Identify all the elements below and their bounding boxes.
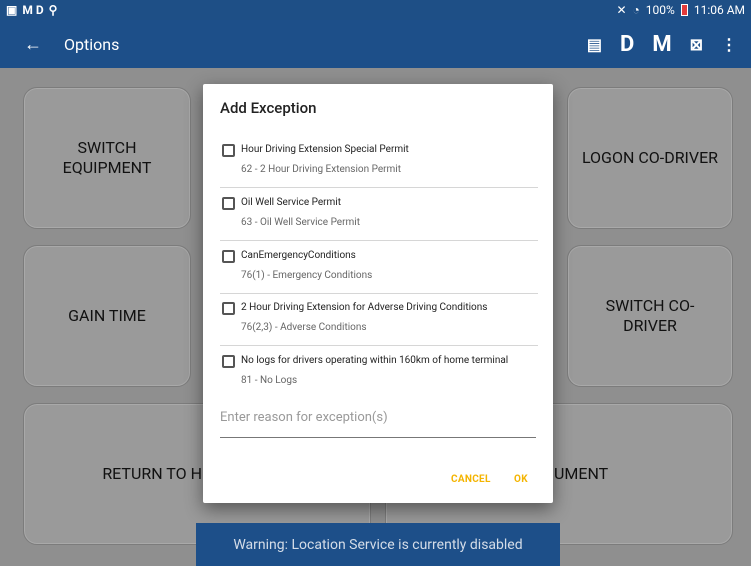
exception-option[interactable]: Oil Well Service Permit 63 - Oil Well Se… [220, 189, 538, 241]
screenshot-icon: ▣ [6, 3, 18, 17]
tile-label: GAIN TIME [68, 306, 146, 325]
app-bar: ← Options ▤ D M ⊠ ⋮ [0, 20, 751, 68]
action-d-button[interactable]: D [620, 32, 634, 57]
option-code: 81 - No Logs [241, 375, 298, 386]
option-code: 76(2,3) - Adverse Conditions [241, 322, 367, 333]
battery-icon [680, 4, 688, 16]
checkbox[interactable] [222, 197, 235, 210]
checkbox[interactable] [222, 250, 235, 263]
exception-option[interactable]: CanEmergencyConditions 76(1) - Emergency… [220, 242, 538, 294]
checkbox[interactable] [222, 302, 235, 315]
checkbox[interactable] [222, 355, 235, 368]
option-name: No logs for drivers operating within 160… [241, 355, 509, 366]
option-name: CanEmergencyConditions [241, 250, 356, 261]
option-name: Hour Driving Extension Special Permit [241, 144, 409, 155]
add-exception-dialog: Add Exception Hour Driving Extension Spe… [203, 84, 553, 503]
battery-percent: 100% [645, 3, 675, 17]
overflow-menu-icon[interactable]: ⋮ [721, 35, 737, 54]
device-status-icon[interactable]: ⊠ [690, 35, 703, 54]
mute-icon: ✕ [616, 3, 627, 17]
tile-label: UMENT [554, 464, 609, 483]
clock: 11:06 AM [693, 3, 745, 17]
switch-codriver-tile[interactable]: SWITCH CO-DRIVER [567, 245, 733, 387]
option-code: 62 - 2 Hour Driving Extension Permit [241, 164, 402, 175]
wifi-icon: ◔ [632, 3, 640, 17]
exception-option[interactable]: Hour Driving Extension Special Permit 62… [220, 136, 538, 188]
tile-label: LOGON CO-DRIVER [581, 148, 719, 167]
tile-label: RETURN TO H [102, 464, 202, 483]
exception-option[interactable]: 2 Hour Driving Extension for Adverse Dri… [220, 294, 538, 346]
exception-option[interactable]: No logs for drivers operating within 160… [220, 347, 538, 399]
tile-label: SWITCH CO-DRIVER [605, 296, 695, 335]
gain-time-tile[interactable]: GAIN TIME [23, 245, 191, 387]
checkbox[interactable] [222, 144, 235, 157]
usb-icon: ⚲ [48, 3, 58, 17]
tile-label: SWITCH EQUIPMENT [62, 138, 152, 177]
cancel-button[interactable]: CANCEL [451, 474, 491, 485]
option-code: 63 - Oil Well Service Permit [241, 217, 360, 228]
ok-button[interactable]: OK [514, 474, 528, 485]
location-warning-toast: Warning: Location Service is currently d… [196, 523, 560, 566]
dialog-title: Add Exception [220, 99, 317, 117]
option-code: 76(1) - Emergency Conditions [241, 270, 373, 281]
switch-equipment-tile[interactable]: SWITCH EQUIPMENT [23, 87, 191, 229]
back-arrow-icon[interactable]: ← [24, 34, 56, 55]
reason-input[interactable]: Enter reason for exception(s) [220, 408, 536, 438]
status-left-text: M D [22, 3, 44, 17]
page-title: Options [64, 34, 120, 54]
status-bar: ▣ M D ⚲ ✕ ◔ 100% 11:06 AM [0, 0, 751, 20]
action-m-button[interactable]: M [652, 32, 671, 57]
message-icon[interactable]: ▤ [587, 35, 602, 54]
option-name: Oil Well Service Permit [241, 197, 342, 208]
logon-codriver-tile[interactable]: LOGON CO-DRIVER [567, 87, 733, 229]
option-name: 2 Hour Driving Extension for Adverse Dri… [241, 302, 488, 313]
